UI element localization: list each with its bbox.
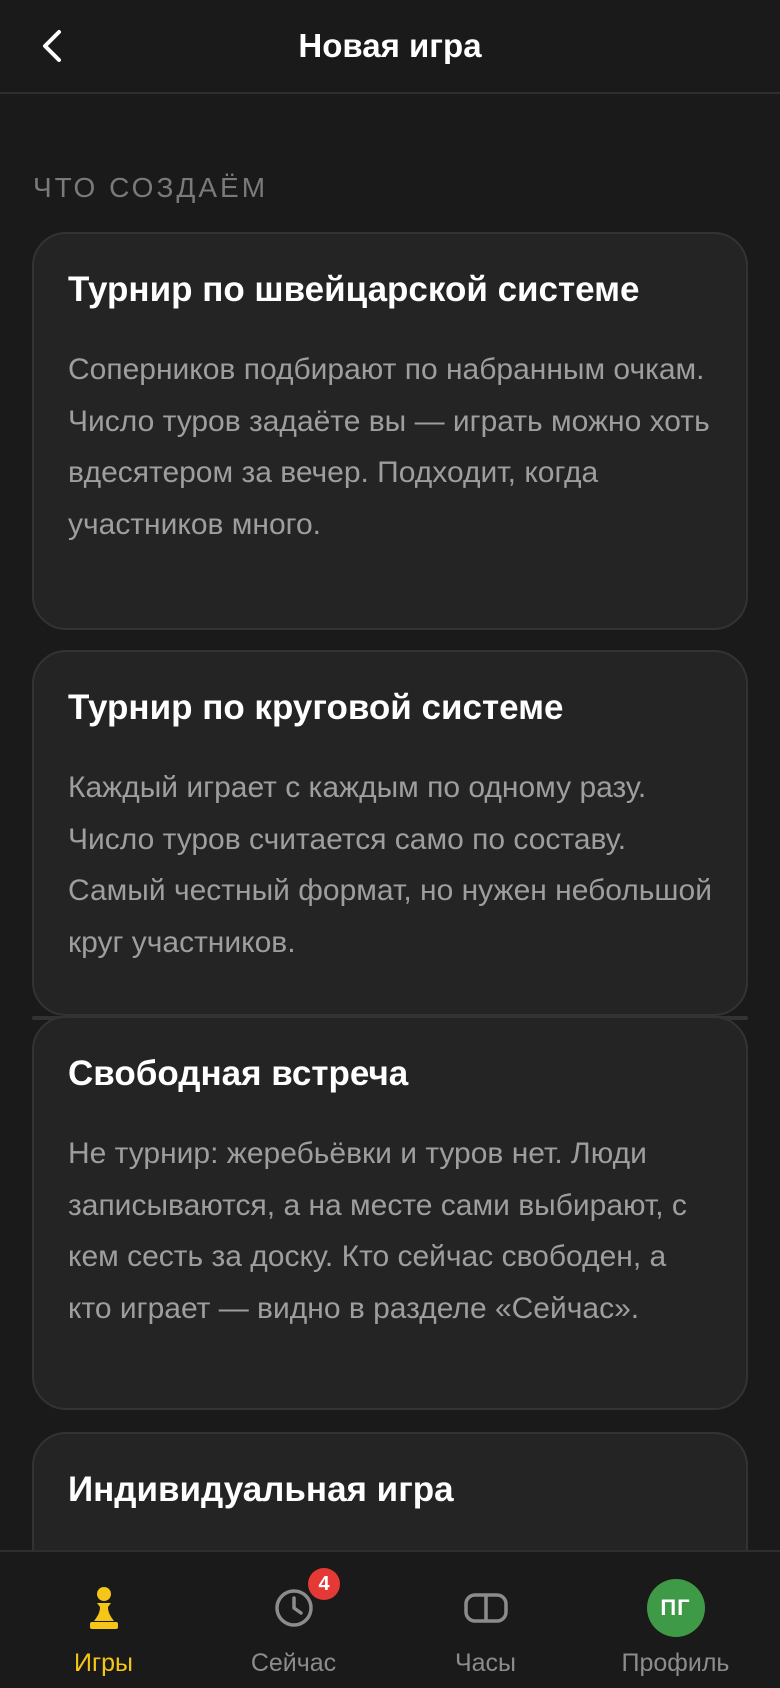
- card-title: Свободная встреча: [68, 1054, 409, 1093]
- tab-clock[interactable]: Часы: [388, 1552, 583, 1688]
- card-swiss-tournament[interactable]: Турнир по швейцарской системе Соперников…: [32, 232, 748, 630]
- section-label: ЧТО СОЗДАЁМ: [33, 172, 269, 203]
- page-title: Новая игра: [298, 27, 482, 64]
- chess-pawn-icon: [74, 1578, 134, 1638]
- card-title: Турнир по круговой системе: [68, 688, 564, 727]
- tab-games[interactable]: Игры: [6, 1552, 201, 1688]
- avatar: ПГ: [646, 1578, 706, 1638]
- bottom-tab-bar: Игры 4 Сейчас Часы ПГ Профиль: [0, 1550, 780, 1688]
- tab-now[interactable]: 4 Сейчас: [196, 1552, 391, 1688]
- card-round-robin-tournament[interactable]: Турнир по круговой системе Каждый играет…: [32, 650, 748, 1016]
- notification-badge: 4: [308, 1568, 340, 1600]
- card-title: Индивидуальная игра: [68, 1470, 454, 1509]
- card-description: Соперников подбирают по набранным очкам.…: [68, 353, 710, 541]
- avatar-initials: ПГ: [646, 1579, 705, 1637]
- top-app-bar: Новая игра: [0, 0, 780, 94]
- tab-profile[interactable]: ПГ Профиль: [578, 1552, 773, 1688]
- tab-label: Игры: [74, 1649, 133, 1677]
- game-type-list[interactable]: ЧТО СОЗДАЁМ Турнир по швейцарской систем…: [0, 94, 780, 1550]
- card-description: Каждый играет с каждым по одному разу. Ч…: [68, 771, 712, 959]
- card-free-meeting[interactable]: Свободная встреча Не турнир: жеребьёвки …: [32, 1016, 748, 1410]
- card-title: Турнир по швейцарской системе: [68, 270, 640, 309]
- tab-label: Профиль: [621, 1649, 730, 1677]
- card-individual-game[interactable]: Индивидуальная игра: [32, 1432, 748, 1550]
- tab-label: Сейчас: [250, 1649, 337, 1677]
- card-description: Не турнир: жеребьёвки и туров нет. Люди …: [68, 1137, 687, 1325]
- chess-clock-icon: [456, 1578, 516, 1638]
- tab-label: Часы: [454, 1649, 517, 1677]
